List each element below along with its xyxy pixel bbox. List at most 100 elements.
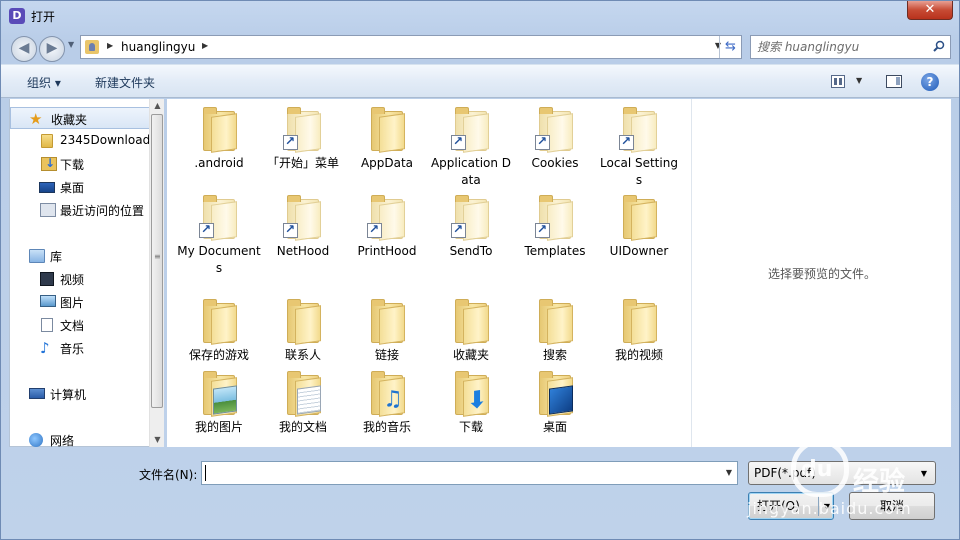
filename-dropdown-icon[interactable]: ▼ [726,468,732,477]
sidebar-item-desktop[interactable]: 桌面 [10,176,150,198]
folder-shortcut-icon [283,105,323,153]
open-options-arrow-icon[interactable]: ▼ [824,494,830,520]
cancel-button[interactable]: 取消 [849,492,935,520]
open-button[interactable]: 打开(O) ▼ [748,492,834,520]
folder-item[interactable]: 我的视频 [597,297,681,364]
breadcrumb-arrow-icon[interactable]: ▶ [107,41,113,50]
sidebar-item-recent-places[interactable]: 最近访问的位置 [10,199,150,221]
folder-item[interactable]: 「开始」菜单 [261,105,345,172]
folder-item[interactable]: PrintHood [345,193,429,260]
folder-item[interactable]: 搜索 [513,297,597,364]
recent-locations-dropdown[interactable]: ▼ [68,40,74,49]
sidebar-item-videos[interactable]: 视频 [10,268,150,290]
address-bar[interactable]: ▶ huanglingyu ▶ ▼ ⇆ [80,35,742,59]
folder-shortcut-icon [535,105,575,153]
back-button[interactable]: ◀ [11,36,37,62]
folder-name: My Documents [177,244,261,275]
app-icon: D [9,8,25,24]
shortcut-arrow-icon [535,134,550,150]
scrollbar-thumb[interactable]: ≡ [151,114,163,408]
scroll-up-icon[interactable]: ▲ [150,99,165,113]
folder-icon [535,369,575,417]
navigation-scrollbar[interactable]: ▲ ≡ ▼ [149,99,164,447]
sidebar-item-label: 图片 [60,296,85,310]
change-view-icon[interactable] [831,75,845,88]
title-bar: D 打开 ✕ [1,1,959,31]
folder-item[interactable]: ♫ 我的音乐 [345,369,429,436]
search-icon[interactable] [933,40,945,52]
shortcut-arrow-icon [283,222,298,238]
open-file-dialog: D 打开 ✕ ◀ ▶ ▼ ▶ huanglingyu ▶ ▼ ⇆ 组织 ▾ 新建… [0,0,960,540]
search-box[interactable] [750,35,951,59]
filename-combobox[interactable]: ▼ [201,461,738,485]
document-icon [41,318,53,332]
sidebar-item-music[interactable]: ♪ 音乐 [10,337,150,359]
folder-icon [283,297,323,345]
sidebar-item-label: 库 [50,250,63,264]
organize-menu[interactable]: 组织 ▾ [27,74,61,91]
sidebar-item-computer[interactable]: 计算机 [10,383,150,405]
command-bar: 组织 ▾ 新建文件夹 ▼ ? [1,64,959,98]
sidebar-item-network[interactable]: 网络 [10,429,150,447]
video-icon [40,272,54,286]
open-button-label: 打开(O) [757,499,800,513]
sidebar-item-documents[interactable]: 文档 [10,314,150,336]
folder-item[interactable]: 我的文档 [261,369,345,436]
filetype-select[interactable]: PDF(*.pdf) ▼ [748,461,936,485]
view-options-dropdown-icon[interactable]: ▼ [856,76,862,85]
recent-places-icon [40,203,56,217]
folder-item[interactable]: 链接 [345,297,429,364]
folder-item[interactable]: 桌面 [513,369,597,436]
folder-name: PrintHood [357,244,417,258]
folder-item[interactable]: 联系人 [261,297,345,364]
folder-item[interactable]: UIDowner [597,193,681,260]
filename-input[interactable] [205,465,710,481]
folder-item[interactable]: 收藏夹 [429,297,513,364]
folder-item[interactable]: Application Data [429,105,513,189]
folder-item[interactable]: Local Settings [597,105,681,189]
folder-item[interactable]: .android [177,105,261,172]
library-icon [29,249,45,263]
folder-name: 链接 [374,348,399,362]
breadcrumb-item[interactable]: huanglingyu [121,40,195,54]
folder-name: 我的图片 [194,420,243,434]
filetype-dropdown-icon[interactable]: ▼ [921,469,927,478]
folder-name: 桌面 [542,420,567,434]
preview-pane: 选择要预览的文件。 [691,99,951,447]
folder-item[interactable]: 保存的游戏 [177,297,261,364]
sidebar-item-libraries[interactable]: 库 [10,245,150,267]
sidebar-item-label: 2345Downloads [60,133,150,147]
sidebar-item-label: 网络 [50,434,75,447]
folder-name: AppData [360,156,414,170]
breadcrumb-arrow-icon[interactable]: ▶ [202,41,208,50]
folder-name: Templates [524,244,586,258]
sidebar-item-label: 计算机 [50,388,87,402]
forward-button[interactable]: ▶ [39,36,65,62]
folder-item[interactable]: ⬇ 下载 [429,369,513,436]
scroll-down-icon[interactable]: ▼ [150,433,165,447]
grip-icon: ≡ [154,252,161,261]
sidebar-item-downloads[interactable]: 下载 [10,153,150,175]
folder-name: UIDowner [609,244,669,258]
sidebar-item-favorites[interactable]: ★ 收藏夹 [10,107,150,129]
search-input[interactable] [757,39,927,55]
sidebar-item-label: 音乐 [60,342,85,356]
folder-item[interactable]: My Documents [177,193,261,277]
sidebar-item-label: 文档 [60,319,85,333]
sidebar-item-pictures[interactable]: 图片 [10,291,150,313]
close-button[interactable]: ✕ [907,1,953,20]
folder-item[interactable]: Cookies [513,105,597,172]
folder-item[interactable]: SendTo [429,193,513,260]
folder-item[interactable]: Templates [513,193,597,260]
folder-item[interactable]: NetHood [261,193,345,260]
folder-item[interactable]: AppData [345,105,429,172]
folder-name: 联系人 [284,348,321,362]
refresh-button[interactable]: ⇆ [719,36,741,58]
sidebar-item-2345downloads[interactable]: 2345Downloads [10,130,150,152]
help-icon[interactable]: ? [921,73,939,91]
preview-pane-icon[interactable] [886,75,902,88]
sidebar-item-label: 收藏夹 [51,113,88,127]
new-folder-button[interactable]: 新建文件夹 [95,74,155,91]
folder-name: .android [194,156,244,170]
folder-item[interactable]: 我的图片 [177,369,261,436]
